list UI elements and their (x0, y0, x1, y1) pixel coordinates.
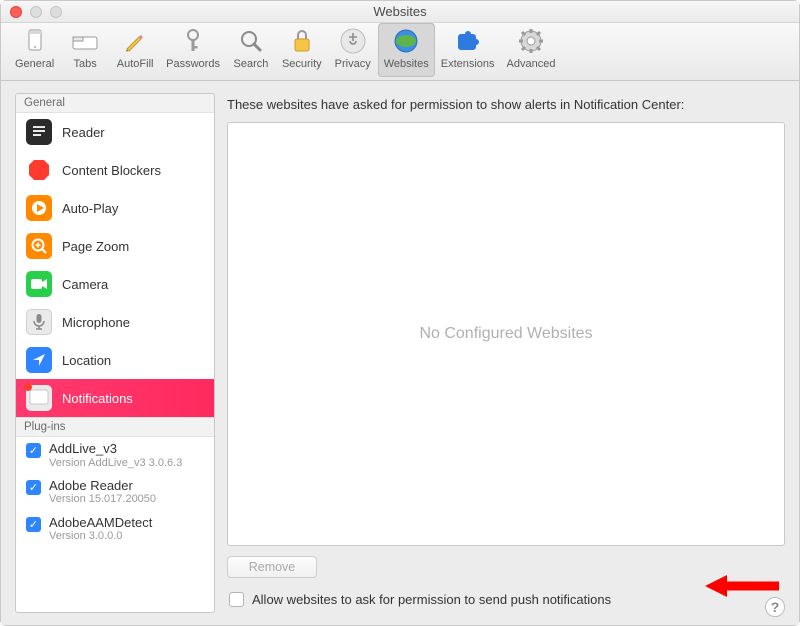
plugin-item-addlive[interactable]: ✓ AddLive_v3 Version AddLive_v3 3.0.6.3 (16, 437, 214, 474)
tab-label: Passwords (166, 58, 220, 70)
sidebar-item-label: Content Blockers (62, 163, 161, 178)
content-blockers-icon (26, 157, 52, 183)
sidebar-item-label: Camera (62, 277, 108, 292)
tab-label: Privacy (335, 58, 371, 70)
tab-security[interactable]: Security (276, 23, 328, 77)
sidebar-item-camera[interactable]: Camera (16, 265, 214, 303)
tab-tabs[interactable]: Tabs (60, 23, 110, 77)
tab-passwords[interactable]: Passwords (160, 23, 226, 77)
sidebar-item-auto-play[interactable]: Auto-Play (16, 189, 214, 227)
autofill-icon (121, 27, 149, 55)
notifications-icon (26, 385, 52, 411)
plugin-version: Version 3.0.0.0 (49, 530, 152, 543)
microphone-icon (26, 309, 52, 335)
sidebar-section-general: General (16, 94, 214, 113)
tab-label: Security (282, 58, 322, 70)
tab-label: Websites (384, 58, 429, 70)
plugin-name: AddLive_v3 (49, 441, 182, 457)
privacy-icon (339, 27, 367, 55)
sidebar-item-label: Auto-Play (62, 201, 118, 216)
tab-autofill[interactable]: AutoFill (110, 23, 160, 77)
tab-label: Tabs (74, 58, 97, 70)
titlebar: Websites (1, 1, 799, 23)
plugin-name: AdobeAAMDetect (49, 515, 152, 531)
remove-button[interactable]: Remove (227, 556, 317, 578)
tab-label: General (15, 58, 54, 70)
sidebar-item-location[interactable]: Location (16, 341, 214, 379)
plugin-checkbox[interactable]: ✓ (26, 480, 41, 495)
plugin-version: Version AddLive_v3 3.0.6.3 (49, 457, 182, 470)
sidebar-item-content-blockers[interactable]: Content Blockers (16, 151, 214, 189)
tab-label: Advanced (507, 58, 556, 70)
allow-permission-row: Allow websites to ask for permission to … (227, 588, 785, 613)
tabs-icon (71, 27, 99, 55)
tab-websites[interactable]: Websites (378, 23, 435, 77)
sidebar-item-notifications[interactable]: Notifications (16, 379, 214, 417)
panel-description: These websites have asked for permission… (227, 93, 785, 112)
page-zoom-icon (26, 233, 52, 259)
tab-label: Extensions (441, 58, 495, 70)
websites-icon (392, 27, 420, 55)
tab-extensions[interactable]: Extensions (435, 23, 501, 77)
content-area: General Reader Content Blockers Auto-Pla… (1, 81, 799, 625)
sidebar-item-label: Notifications (62, 391, 133, 406)
extensions-icon (454, 27, 482, 55)
plugin-item-adobe-aam[interactable]: ✓ AdobeAAMDetect Version 3.0.0.0 (16, 511, 214, 548)
sidebar-section-plugins: Plug-ins (16, 417, 214, 437)
plugin-checkbox[interactable]: ✓ (26, 443, 41, 458)
sidebar-item-label: Location (62, 353, 111, 368)
tab-search[interactable]: Search (226, 23, 276, 77)
sidebar-item-page-zoom[interactable]: Page Zoom (16, 227, 214, 265)
plugin-version: Version 15.017.20050 (49, 493, 156, 506)
tab-label: Search (234, 58, 269, 70)
main-panel: These websites have asked for permission… (227, 93, 785, 613)
allow-permission-checkbox[interactable] (229, 592, 244, 607)
tab-label: AutoFill (117, 58, 154, 70)
tab-advanced[interactable]: Advanced (501, 23, 562, 77)
camera-icon (26, 271, 52, 297)
general-icon (21, 27, 49, 55)
window-title: Websites (1, 4, 799, 19)
sidebar-item-label: Microphone (62, 315, 130, 330)
remove-button-row: Remove (227, 556, 785, 578)
plugin-checkbox[interactable]: ✓ (26, 517, 41, 532)
sidebar-item-label: Reader (62, 125, 105, 140)
location-icon (26, 347, 52, 373)
advanced-icon (517, 27, 545, 55)
help-button[interactable]: ? (765, 597, 785, 617)
security-icon (288, 27, 316, 55)
plugin-item-adobe-reader[interactable]: ✓ Adobe Reader Version 15.017.20050 (16, 474, 214, 511)
sidebar-item-microphone[interactable]: Microphone (16, 303, 214, 341)
auto-play-icon (26, 195, 52, 221)
search-icon (237, 27, 265, 55)
allow-permission-label: Allow websites to ask for permission to … (252, 592, 611, 607)
annotation-arrow (705, 573, 779, 599)
plugin-name: Adobe Reader (49, 478, 156, 494)
preferences-window: Websites General Tabs AutoFill Passwords (0, 0, 800, 626)
sidebar-item-label: Page Zoom (62, 239, 129, 254)
passwords-icon (179, 27, 207, 55)
reader-icon (26, 119, 52, 145)
tab-general[interactable]: General (9, 23, 60, 77)
empty-state-text: No Configured Websites (419, 325, 592, 343)
preferences-toolbar: General Tabs AutoFill Passwords Search (1, 23, 799, 81)
websites-list: No Configured Websites (227, 122, 785, 546)
tab-privacy[interactable]: Privacy (328, 23, 378, 77)
sidebar-item-reader[interactable]: Reader (16, 113, 214, 151)
sidebar: General Reader Content Blockers Auto-Pla… (15, 93, 215, 613)
